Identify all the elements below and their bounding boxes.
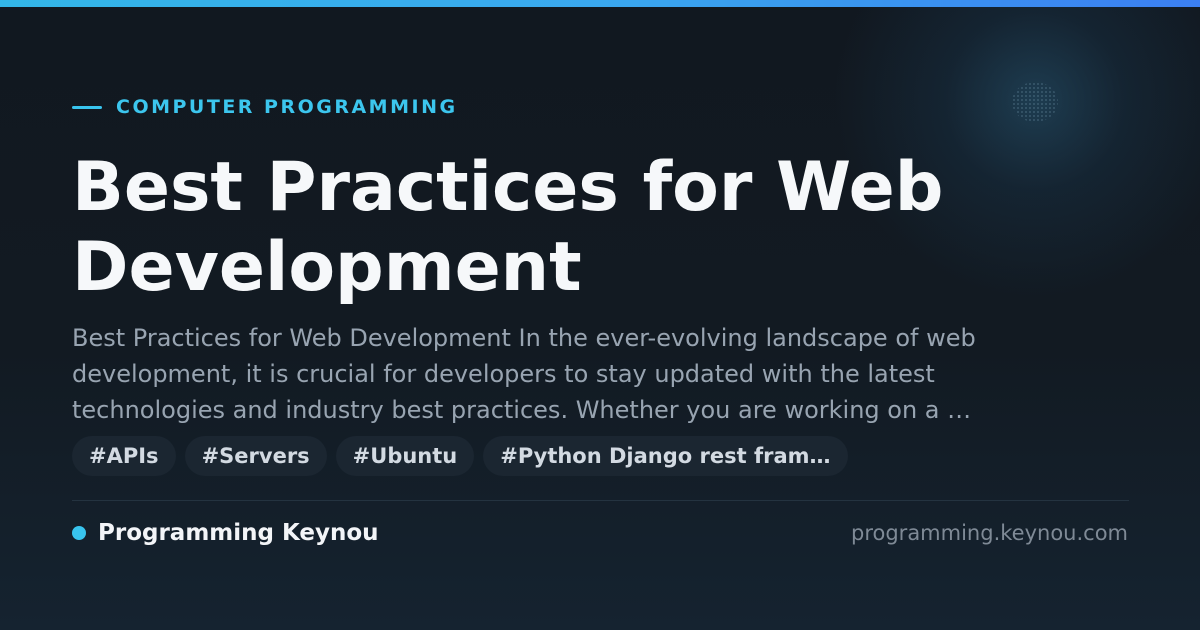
category-eyebrow: COMPUTER PROGRAMMING <box>72 96 458 118</box>
og-preview-card: COMPUTER PROGRAMMING Best Practices for … <box>0 0 1200 630</box>
accent-dash-icon <box>72 105 102 109</box>
article-title: Best Practices for Web Development <box>72 148 944 307</box>
decorative-dot-pattern <box>1012 82 1058 122</box>
tag-apis[interactable]: #APIs <box>72 436 176 476</box>
top-accent-bar <box>0 0 1200 7</box>
tag-ubuntu[interactable]: #Ubuntu <box>335 436 475 476</box>
brand-dot-icon <box>72 526 86 540</box>
tag-list: #APIs #Servers #Ubuntu #Python Django re… <box>72 436 848 476</box>
site-name: Programming Keynou <box>98 520 379 546</box>
tag-python-django[interactable]: #Python Django rest fram… <box>483 436 848 476</box>
category-label: COMPUTER PROGRAMMING <box>116 96 458 118</box>
site-url: programming.keynou.com <box>851 521 1128 545</box>
tag-servers[interactable]: #Servers <box>184 436 327 476</box>
article-excerpt: Best Practices for Web Development In th… <box>72 324 976 424</box>
site-brand: Programming Keynou <box>72 519 379 547</box>
footer-divider <box>72 500 1129 501</box>
